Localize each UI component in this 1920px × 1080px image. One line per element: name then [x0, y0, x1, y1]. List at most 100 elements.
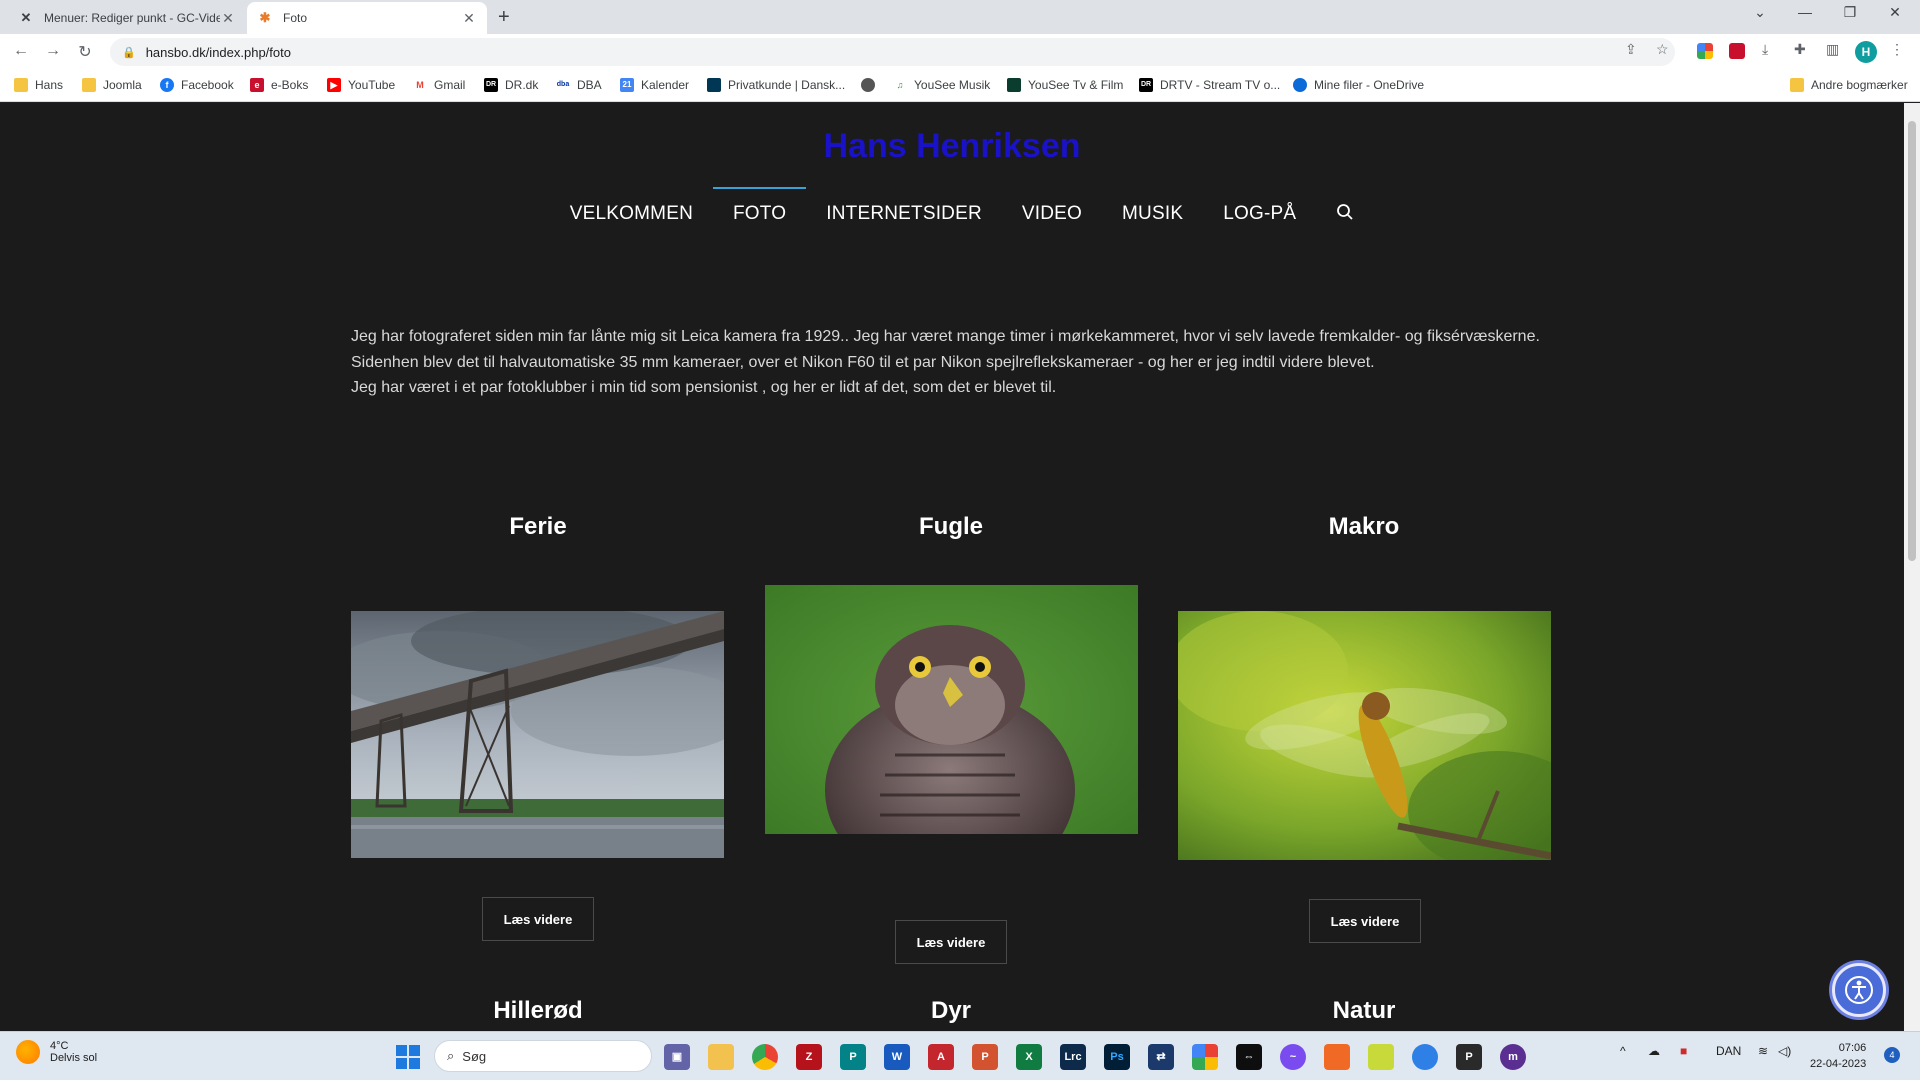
teams-icon[interactable]: ▣	[664, 1044, 690, 1070]
category-title[interactable]: Makro	[1177, 513, 1551, 541]
intro-paragraph: Jeg har fotograferet siden min far lånte…	[351, 328, 1540, 345]
minimize-button[interactable]: —	[1785, 4, 1825, 20]
drtv-icon: DR	[1139, 78, 1153, 92]
share-icon[interactable]: ⇪	[1625, 41, 1637, 58]
bookmark-facebook[interactable]: f Facebook	[160, 78, 234, 92]
app-tray-icon[interactable]: ■	[1680, 1044, 1687, 1058]
clock[interactable]: 07:06 22-04-2023	[1810, 1040, 1866, 1072]
page-scrollbar[interactable]	[1904, 103, 1920, 1031]
filezilla-icon[interactable]: Z	[796, 1044, 822, 1070]
nav-foto[interactable]: FOTO	[713, 187, 807, 226]
onedrive-tray-icon[interactable]: ☁	[1648, 1044, 1660, 1058]
makro-photo[interactable]	[1178, 611, 1551, 860]
reload-button[interactable]: ↻	[74, 42, 96, 62]
windows-start-icon[interactable]	[396, 1045, 420, 1069]
side-panel-icon[interactable]: ▥	[1826, 41, 1839, 58]
site-title[interactable]: Hans Henriksen	[0, 127, 1904, 166]
category-title[interactable]: Natur	[1177, 997, 1551, 1025]
browser-tab-bar: ✕ Menuer: Rediger punkt - GC-Vide ✕ ✱ Fo…	[0, 0, 1920, 34]
nav-video[interactable]: VIDEO	[1002, 203, 1102, 226]
bookmark-label: Gmail	[434, 78, 466, 92]
nav-log-paa[interactable]: LOG-PÅ	[1203, 203, 1316, 226]
bookmark-yousee-tv[interactable]: YouSee Tv & Film	[1007, 78, 1123, 92]
lightroom-icon[interactable]: Lrc	[1060, 1044, 1086, 1070]
close-tab-icon[interactable]: ✕	[220, 10, 236, 27]
bookmark-eboks[interactable]: e e-Boks	[250, 78, 308, 92]
pdf-app-icon[interactable]: P	[1456, 1044, 1482, 1070]
accessibility-button[interactable]	[1832, 963, 1886, 1017]
office-icon[interactable]	[1324, 1044, 1350, 1070]
bookmark-kalender[interactable]: 21 Kalender	[620, 78, 689, 92]
chart-app-icon[interactable]	[1368, 1044, 1394, 1070]
profile-avatar[interactable]: H	[1855, 41, 1877, 63]
tab-foto[interactable]: ✱ Foto ✕	[247, 2, 487, 34]
scrollbar-thumb[interactable]	[1908, 121, 1916, 561]
photoshop-icon[interactable]: Ps	[1104, 1044, 1130, 1070]
bookmark-privatkunde[interactable]: Privatkunde | Dansk...	[707, 78, 845, 92]
volume-icon[interactable]: ◁)	[1778, 1044, 1791, 1058]
app-icon[interactable]	[1192, 1044, 1218, 1070]
download-icon[interactable]: ⤓	[1762, 41, 1768, 58]
nav-internetsider[interactable]: INTERNETSIDER	[806, 203, 1002, 226]
restore-button[interactable]: ❐	[1830, 4, 1870, 21]
category-title[interactable]: Ferie	[351, 513, 725, 541]
close-window-button[interactable]: ✕	[1875, 4, 1915, 21]
transfer-icon[interactable]: ⇄	[1148, 1044, 1174, 1070]
other-bookmarks[interactable]: Andre bogmærker	[1790, 78, 1908, 92]
back-button[interactable]: ←	[10, 42, 32, 60]
category-title[interactable]: Fugle	[764, 513, 1138, 541]
tab-search-icon[interactable]: ⌄	[1740, 4, 1780, 21]
powerpoint-icon[interactable]: P	[972, 1044, 998, 1070]
word-icon[interactable]: W	[884, 1044, 910, 1070]
laes-videre-ferie-button[interactable]: Læs videre	[482, 897, 594, 941]
forward-button[interactable]: →	[42, 42, 64, 60]
bookmark-dba[interactable]: dba DBA	[556, 78, 602, 92]
wifi-icon[interactable]: ≋	[1758, 1044, 1768, 1058]
laes-videre-fugle-button[interactable]: Læs videre	[895, 920, 1007, 964]
close-tab-icon[interactable]: ✕	[461, 10, 477, 27]
publisher-icon[interactable]: P	[840, 1044, 866, 1070]
laes-videre-makro-button[interactable]: Læs videre	[1309, 899, 1421, 943]
bookmark-star-icon[interactable]: ☆	[1656, 41, 1669, 58]
bookmark-label: DRTV - Stream TV o...	[1160, 78, 1281, 92]
excel-icon[interactable]: X	[1016, 1044, 1042, 1070]
search-placeholder: Søg	[462, 1048, 487, 1064]
taskbar-search[interactable]: ⌕ Søg	[434, 1040, 652, 1072]
teamviewer-icon[interactable]: ⇔	[1236, 1044, 1262, 1070]
tab-menuer[interactable]: ✕ Menuer: Rediger punkt - GC-Vide ✕	[8, 2, 246, 34]
media-app-icon[interactable]: m	[1500, 1044, 1526, 1070]
category-title[interactable]: Dyr	[764, 997, 1138, 1025]
fugle-photo[interactable]	[765, 585, 1138, 834]
new-tab-button[interactable]: +	[498, 6, 510, 29]
chrome-icon[interactable]	[752, 1044, 778, 1070]
bookmark-globe[interactable]	[861, 78, 882, 92]
notification-badge[interactable]: 4	[1884, 1047, 1900, 1063]
extension-icon[interactable]	[1697, 43, 1713, 59]
nav-musik[interactable]: MUSIK	[1102, 203, 1203, 226]
file-explorer-icon[interactable]	[708, 1044, 734, 1070]
firefox-icon[interactable]	[1412, 1044, 1438, 1070]
extensions-puzzle-icon[interactable]: ✚	[1794, 41, 1806, 58]
category-title[interactable]: Hillerød	[351, 997, 725, 1025]
bookmark-drtv[interactable]: DR DRTV - Stream TV o...	[1139, 78, 1280, 92]
bookmark-gmail[interactable]: M Gmail	[413, 78, 465, 92]
bookmark-yousee-musik[interactable]: ♫ YouSee Musik	[893, 78, 990, 92]
pdf-extension-icon[interactable]	[1729, 43, 1745, 59]
folder-icon	[14, 78, 28, 92]
access-icon[interactable]: A	[928, 1044, 954, 1070]
bookmark-hans[interactable]: Hans	[14, 78, 63, 92]
bookmark-joomla[interactable]: Joomla	[82, 78, 142, 92]
bookmark-youtube[interactable]: ▶ YouTube	[327, 78, 395, 92]
nav-velkommen[interactable]: VELKOMMEN	[550, 203, 713, 226]
search-icon[interactable]	[1316, 203, 1354, 226]
bookmark-onedrive[interactable]: Mine filer - OneDrive	[1293, 78, 1424, 92]
ferie-photo[interactable]	[351, 611, 724, 858]
tray-chevron-icon[interactable]: ^	[1620, 1044, 1626, 1058]
language-indicator[interactable]: DAN	[1716, 1044, 1741, 1058]
menu-dots-icon[interactable]: ⋮	[1890, 41, 1904, 58]
messenger-icon[interactable]: ~	[1280, 1044, 1306, 1070]
bookmark-dr[interactable]: DR DR.dk	[484, 78, 538, 92]
weather-widget[interactable]: 4°C Delvis sol	[16, 1040, 97, 1064]
address-bar[interactable]: 🔒 hansbo.dk/index.php/foto	[110, 38, 1675, 66]
dr-icon: DR	[484, 78, 498, 92]
